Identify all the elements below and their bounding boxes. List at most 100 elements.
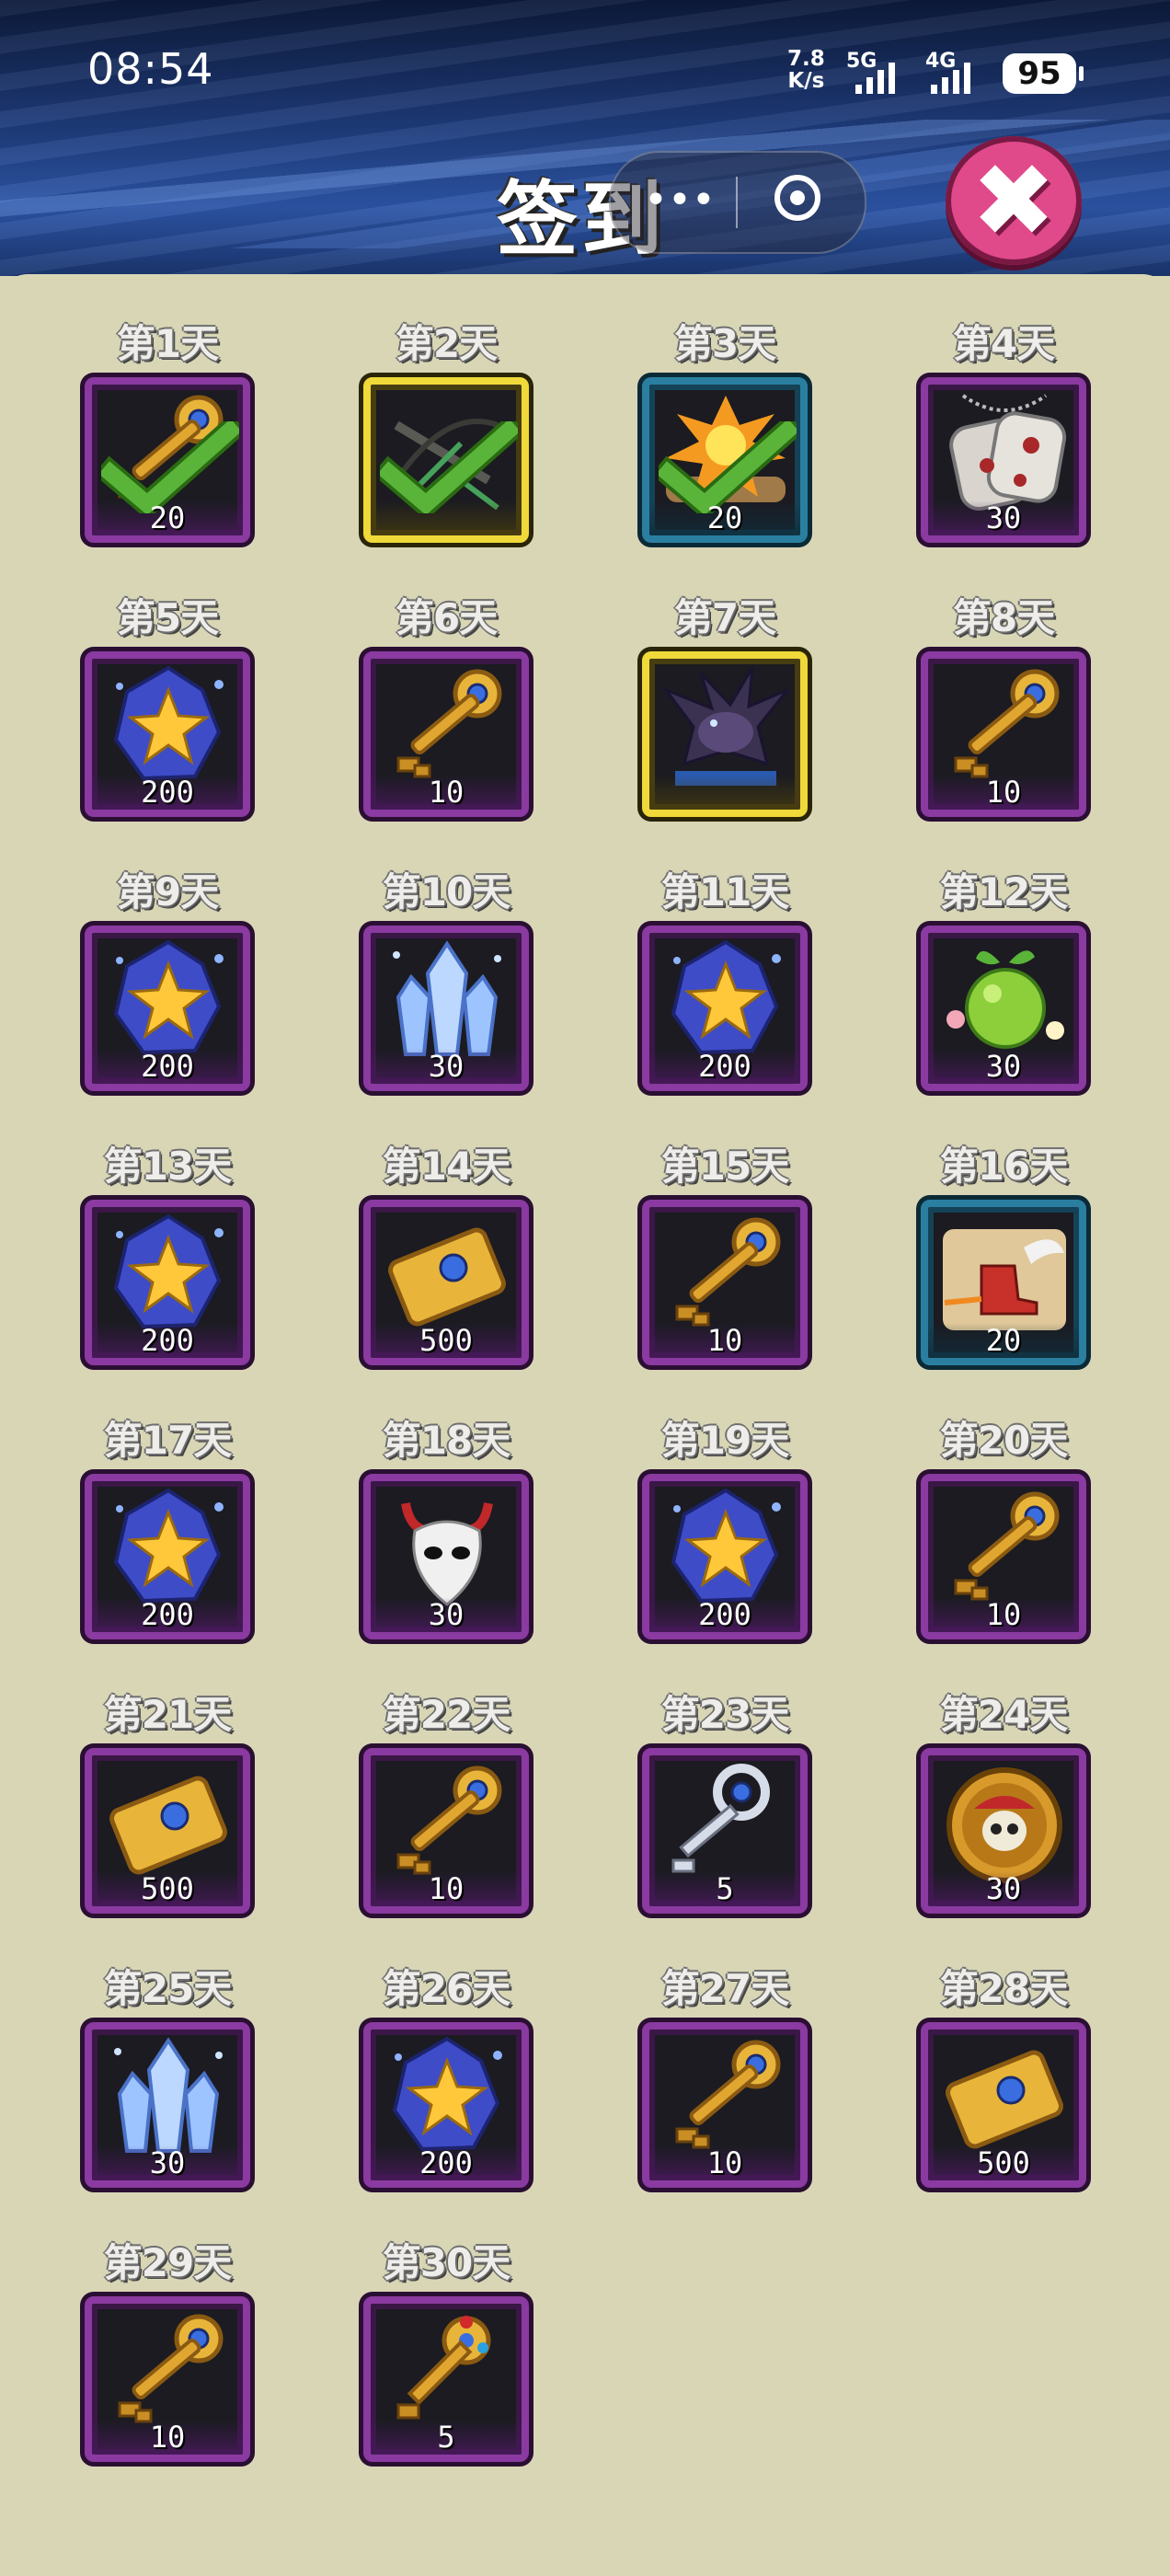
reward-quantity: 500 — [141, 1871, 194, 1906]
checkin-day-27[interactable]: 第27天 10 — [633, 1921, 817, 2188]
reward-slot[interactable]: 500 — [363, 1200, 529, 1365]
reward-quantity: 30 — [985, 1871, 1022, 1906]
day-label: 第12天 — [939, 869, 1068, 914]
reward-quantity: 10 — [985, 1597, 1022, 1632]
reward-slot[interactable] — [363, 377, 529, 543]
reward-slot[interactable]: 20 — [921, 1200, 1086, 1365]
reward-slot[interactable]: 30 — [85, 2022, 250, 2188]
checkin-day-10[interactable]: 第10天 30 — [354, 824, 538, 1091]
reward-slot[interactable]: 10 — [363, 1748, 529, 1914]
checkin-day-21[interactable]: 第21天 500 — [75, 1647, 259, 1914]
reward-quantity: 20 — [149, 500, 186, 535]
reward-slot[interactable]: 500 — [921, 2022, 1086, 2188]
checkin-day-3[interactable]: 第3天 20 — [633, 276, 817, 543]
golden-key-icon — [954, 669, 1060, 778]
reward-quantity: 500 — [419, 1323, 473, 1358]
checkin-day-15[interactable]: 第15天 10 — [633, 1098, 817, 1365]
reward-quantity: 10 — [706, 1323, 743, 1358]
day-label: 第26天 — [382, 1966, 510, 2011]
star-crystal-icon — [113, 1488, 224, 1604]
reward-slot[interactable]: 30 — [921, 926, 1086, 1091]
reward-slot[interactable]: 200 — [642, 926, 808, 1091]
checkin-day-14[interactable]: 第14天 500 — [354, 1098, 538, 1365]
boot-scroll-icon — [943, 1229, 1066, 1330]
reward-slot[interactable]: 5 — [363, 2296, 529, 2462]
exit-target-icon[interactable] — [774, 175, 820, 221]
close-button[interactable]: ✖ — [946, 136, 1082, 265]
reward-quantity: 200 — [141, 1049, 194, 1084]
status-bar: 08:54 7.8 K/s 5G 4G 95 — [0, 0, 1170, 147]
checkin-day-18[interactable]: 第18天 30 — [354, 1373, 538, 1639]
star-crystal-icon — [113, 665, 224, 781]
day-label: 第28天 — [939, 1966, 1068, 2011]
checkin-day-19[interactable]: 第19天 200 — [633, 1373, 817, 1639]
reward-slot[interactable]: 30 — [363, 926, 529, 1091]
day-label: 第2天 — [395, 321, 498, 366]
reward-slot[interactable]: 200 — [85, 651, 250, 817]
reward-slot[interactable]: 10 — [642, 1200, 808, 1365]
reward-quantity: 10 — [985, 775, 1022, 810]
reward-slot[interactable]: 200 — [363, 2022, 529, 2188]
gold-ticket-icon — [109, 1776, 227, 1875]
miniprogram-capsule: ••• — [609, 151, 866, 254]
checkin-day-20[interactable]: 第20天 10 — [912, 1373, 1095, 1639]
ice-crystal-icon — [114, 2037, 223, 2153]
checkin-day-1[interactable]: 第1天 20 — [75, 276, 259, 543]
checkin-day-28[interactable]: 第28天 500 — [912, 1921, 1095, 2188]
reward-slot[interactable]: 30 — [921, 377, 1086, 543]
checkin-day-12[interactable]: 第12天 30 — [912, 824, 1095, 1091]
more-icon[interactable]: ••• — [644, 180, 716, 221]
checkin-day-23[interactable]: 第23天 5 — [633, 1647, 817, 1914]
checkin-day-24[interactable]: 第24天 30 — [912, 1647, 1095, 1914]
close-icon: ✖ — [970, 142, 1057, 259]
reward-slot[interactable]: 10 — [921, 651, 1086, 817]
reward-slot[interactable]: 10 — [921, 1474, 1086, 1639]
reward-quantity: 200 — [698, 1597, 751, 1632]
gold-ticket-icon — [946, 2050, 1063, 2149]
golden-key-icon — [954, 1491, 1060, 1601]
checkin-day-11[interactable]: 第11天 200 — [633, 824, 817, 1091]
checkin-day-13[interactable]: 第13天 200 — [75, 1098, 259, 1365]
signal-bars-5g-icon — [855, 52, 895, 94]
reward-slot[interactable]: 500 — [85, 1748, 250, 1914]
reward-slot[interactable]: 20 — [642, 377, 808, 543]
reward-slot[interactable]: 5 — [642, 1748, 808, 1914]
checkin-day-22[interactable]: 第22天 10 — [354, 1647, 538, 1914]
day-label: 第7天 — [673, 595, 776, 640]
reward-slot[interactable]: 30 — [363, 1474, 529, 1639]
day-label: 第19天 — [660, 1418, 789, 1463]
reward-slot[interactable]: 200 — [642, 1474, 808, 1639]
claimed-check-icon — [101, 421, 239, 513]
checkin-day-5[interactable]: 第5天 200 — [75, 550, 259, 817]
checkin-day-4[interactable]: 第4天 30 — [912, 276, 1095, 543]
checkin-day-2[interactable]: 第2天 — [354, 276, 538, 543]
checkin-day-9[interactable]: 第9天 200 — [75, 824, 259, 1091]
day-label: 第25天 — [103, 1966, 232, 2011]
reward-quantity: 200 — [141, 775, 194, 810]
ice-crystal-icon — [393, 940, 501, 1056]
checkin-day-8[interactable]: 第8天 10 — [912, 550, 1095, 817]
reward-slot[interactable]: 20 — [85, 377, 250, 543]
checkin-day-6[interactable]: 第6天 10 — [354, 550, 538, 817]
checkin-day-29[interactable]: 第29天 10 — [75, 2195, 259, 2462]
reward-slot[interactable]: 10 — [642, 2022, 808, 2188]
checkin-day-26[interactable]: 第26天 200 — [354, 1921, 538, 2188]
golden-key-icon — [396, 669, 502, 778]
reward-slot[interactable]: 10 — [363, 651, 529, 817]
reward-slot[interactable]: 200 — [85, 1474, 250, 1639]
reward-quantity: 30 — [985, 1049, 1022, 1084]
reward-slot[interactable]: 30 — [921, 1748, 1086, 1914]
checkin-day-25[interactable]: 第25天 30 — [75, 1921, 259, 2188]
checkin-day-7[interactable]: 第7天 — [633, 550, 817, 817]
checkin-day-30[interactable]: 第30天 5 — [354, 2195, 538, 2462]
reward-slot[interactable]: 200 — [85, 926, 250, 1091]
reward-slot[interactable]: 10 — [85, 2296, 250, 2462]
golden-key-icon — [396, 1765, 502, 1875]
day-label: 第16天 — [939, 1144, 1068, 1189]
reward-slot[interactable] — [642, 651, 808, 817]
star-crystal-icon — [671, 939, 781, 1055]
checkin-day-16[interactable]: 第16天 20 — [912, 1098, 1095, 1365]
reward-slot[interactable]: 200 — [85, 1200, 250, 1365]
checkin-day-17[interactable]: 第17天 200 — [75, 1373, 259, 1639]
day-label: 第13天 — [103, 1144, 232, 1189]
